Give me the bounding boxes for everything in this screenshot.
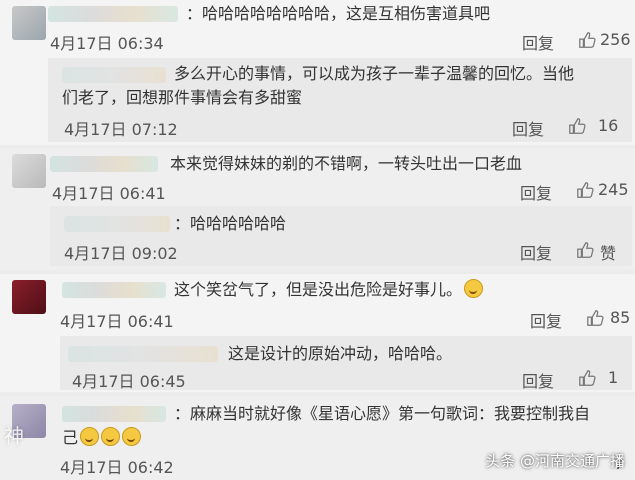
username-blurred[interactable] — [62, 406, 166, 422]
laughing-emoji-icon — [80, 427, 100, 446]
username-blurred[interactable] — [48, 6, 178, 22]
reply-button[interactable]: 回复 — [522, 368, 554, 392]
reply-username-blurred[interactable] — [64, 216, 170, 232]
thumbs-up-icon[interactable] — [578, 369, 596, 387]
thumbs-up-icon[interactable] — [586, 309, 604, 327]
reply-username-blurred[interactable] — [62, 67, 166, 83]
comment-card: ：哈哈哈哈哈哈哈哈，这是互相伤害道具吧 4月17日 06:34 回复 256 多… — [0, 0, 635, 145]
like-count: 245 — [598, 180, 629, 199]
comment-text: 这个笑岔气了，但是没出危险是好事儿。 — [174, 278, 484, 302]
comment-time: 4月17日 06:34 — [50, 34, 164, 53]
comment-card: 这个笑岔气了，但是没出危险是好事儿。 4月17日 06:41 回复 85 这是设… — [0, 274, 635, 392]
comment-card: 本来觉得妹妹的剃的不错啊，一转头吐出一口老血 4月17日 06:41 回复 24… — [0, 148, 635, 270]
like-count: 256 — [600, 30, 631, 49]
comment-time: 4月17日 06:41 — [60, 312, 174, 331]
laughing-emoji-icon — [101, 427, 121, 446]
reply-box: 多么开心的事情，可以成为孩子一辈子温馨的回忆。当他 们老了，回想那件事情会有多甜… — [48, 58, 632, 142]
like-count: 1 — [608, 368, 619, 387]
source-watermark: 头条 @河南交通广播 — [485, 452, 625, 470]
comment-time: 4月17日 06:42 — [60, 458, 174, 477]
reply-text-line: 多么开心的事情，可以成为孩子一辈子温馨的回忆。当他 — [174, 64, 575, 83]
reply-time: 4月17日 07:12 — [64, 120, 178, 139]
reply-button[interactable]: 回复 — [520, 240, 552, 264]
like-count: 16 — [598, 116, 619, 135]
reply-button[interactable]: 回复 — [522, 30, 554, 54]
reply-text: 这是设计的原始冲动，哈哈哈。 — [228, 344, 453, 363]
laughing-emoji-icon — [464, 279, 484, 298]
reply-button[interactable]: 回复 — [530, 308, 562, 332]
thumbs-up-icon[interactable] — [576, 241, 594, 259]
laughing-emoji-icon — [122, 427, 142, 446]
reply-box: 这是设计的原始冲动，哈哈哈。 4月17日 06:45 回复 1 — [60, 336, 632, 392]
avatar[interactable] — [12, 154, 46, 188]
avatar[interactable] — [12, 6, 46, 40]
thumbs-up-icon[interactable] — [568, 117, 586, 135]
username-blurred[interactable] — [50, 156, 158, 172]
comment-text-line: 己 — [62, 426, 142, 450]
reply-username-blurred[interactable] — [68, 346, 218, 362]
comment-time: 4月17日 06:41 — [52, 184, 166, 203]
comment-text-line: ：麻麻当时就好像《星语心愿》第一句歌词：我要控制我自 — [174, 404, 591, 423]
comment-text: 本来觉得妹妹的剃的不错啊，一转头吐出一口老血 — [170, 154, 523, 173]
comment-text: ：哈哈哈哈哈哈哈哈，这是互相伤害道具吧 — [186, 4, 491, 23]
thumbs-up-icon[interactable] — [576, 181, 594, 199]
site-watermark: 神 — [4, 424, 25, 448]
avatar[interactable] — [12, 280, 46, 314]
reply-text: ：哈哈哈哈哈哈 — [174, 214, 287, 233]
reply-button[interactable]: 回复 — [512, 116, 544, 140]
username-blurred[interactable] — [62, 282, 166, 298]
reply-time: 4月17日 09:02 — [64, 244, 178, 263]
reply-text-line: 们老了，回想那件事情会有多甜蜜 — [62, 88, 303, 107]
like-count: 赞 — [600, 244, 617, 263]
reply-button[interactable]: 回复 — [520, 180, 552, 204]
reply-time: 4月17日 06:45 — [72, 372, 186, 391]
thumbs-up-icon[interactable] — [578, 31, 596, 49]
like-count: 85 — [610, 308, 631, 327]
reply-box: ：哈哈哈哈哈哈 4月17日 09:02 回复 赞 — [50, 206, 632, 266]
